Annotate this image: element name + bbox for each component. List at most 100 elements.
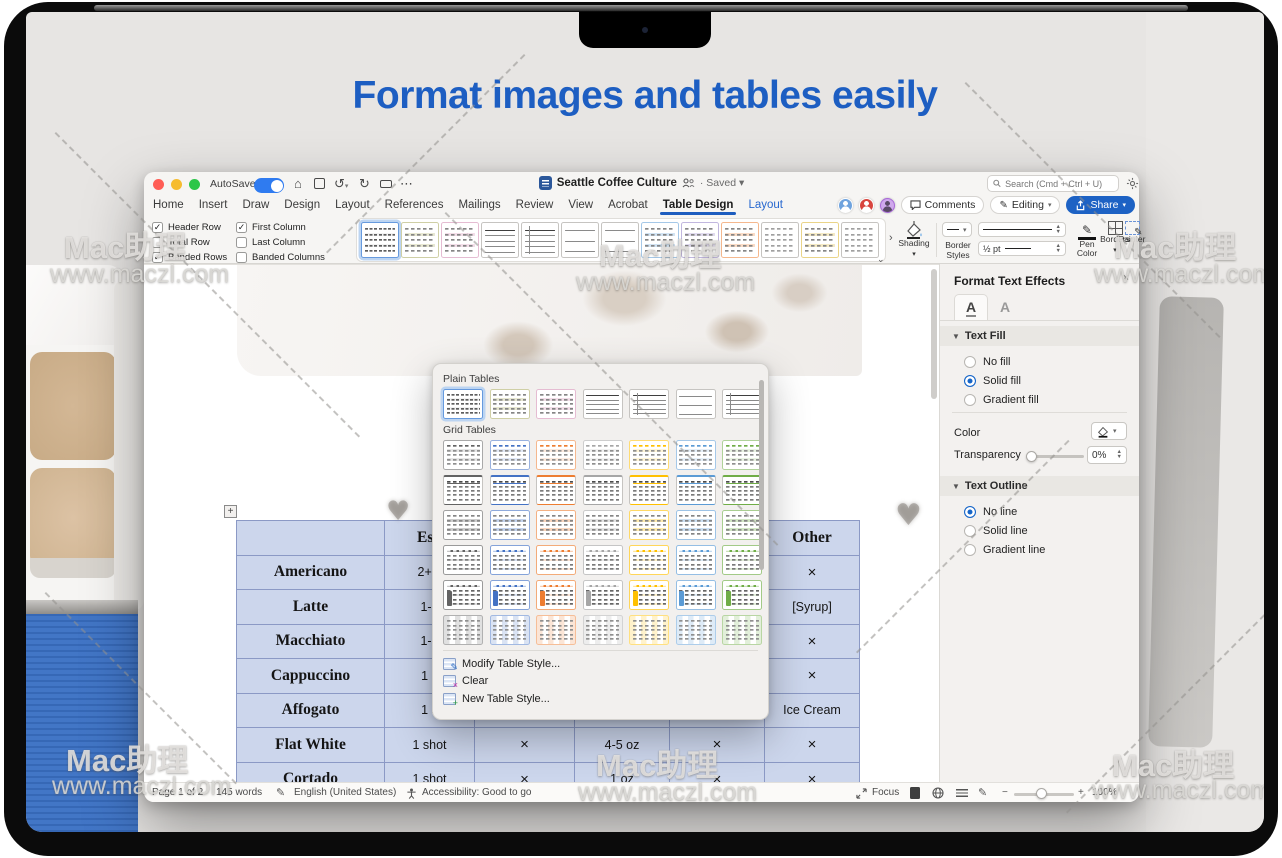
table-option-banded-columns[interactable]: Banded Columns [236,250,325,264]
table-style-thumbnail[interactable] [443,440,483,470]
language-indicator[interactable]: English (United States) [294,787,396,798]
table-style-thumbnail[interactable] [761,222,799,258]
table-style-thumbnail[interactable] [629,510,669,540]
table-style-thumbnail[interactable] [722,389,762,419]
text-effects-tab[interactable]: A [988,294,1022,320]
draft-view-icon[interactable]: ✎ [978,786,987,799]
table-style-thumbnail[interactable] [629,440,669,470]
table-style-thumbnail[interactable] [536,615,576,645]
tab-table-design[interactable]: Table Design [662,196,735,214]
accessibility-status[interactable]: Accessibility: Good to go [422,787,532,798]
border-style-picker[interactable]: ▾ [942,222,972,237]
table-style-thumbnail[interactable] [676,580,716,610]
comments-button[interactable]: Comments [901,196,985,214]
tab-layout[interactable]: Layout [747,196,784,214]
table-style-thumbnail[interactable] [629,475,669,505]
table-style-thumbnail[interactable] [490,580,530,610]
document-photo[interactable] [237,265,862,376]
text-fill-option-no-fill[interactable]: No fill [964,354,1039,369]
shading-button[interactable]: Shading ▾ [896,221,932,259]
table-cell[interactable]: Cortado [237,762,385,782]
table-style-thumbnail[interactable] [676,510,716,540]
radio-button[interactable] [964,394,976,406]
search-settings-icon[interactable] [1126,177,1139,190]
table-style-thumbnail[interactable] [361,222,399,258]
gallery-scrollbar[interactable] [759,380,764,570]
table-style-thumbnail[interactable] [536,580,576,610]
table-cell[interactable]: × [765,728,860,763]
table-style-thumbnail[interactable] [676,475,716,505]
table-cell[interactable]: × [765,555,860,590]
table-style-thumbnail[interactable] [676,440,716,470]
table-cell[interactable]: Flat White [237,728,385,763]
table-style-thumbnail[interactable] [722,440,762,470]
table-style-thumbnail[interactable] [722,475,762,505]
tab-draw[interactable]: Draw [241,196,270,214]
table-header-cell[interactable]: Other [765,521,860,556]
table-cell[interactable]: × [475,728,575,763]
table-style-thumbnail[interactable] [521,222,559,258]
table-option-first-column[interactable]: ✓First Column [236,220,325,234]
tab-view[interactable]: View [567,196,594,214]
print-layout-view-icon[interactable] [910,787,920,799]
avatar[interactable] [859,198,874,213]
table-cell[interactable]: Cappuccino [237,659,385,694]
table-cell[interactable]: [Syrup] [765,590,860,625]
table-style-thumbnail[interactable] [490,475,530,505]
table-style-thumbnail[interactable] [676,545,716,575]
text-outline-section-header[interactable]: ▼Text Outline [940,476,1139,496]
table-style-thumbnail[interactable] [583,580,623,610]
editing-button[interactable]: ✎ Editing▾ [990,196,1060,214]
table-style-thumbnail[interactable] [490,389,530,419]
gallery-menu-new-table-style[interactable]: +New Table Style... [443,690,758,708]
style-gallery-next-icon[interactable]: › [889,232,893,244]
table-style-thumbnail[interactable] [490,510,530,540]
table-cell[interactable]: × [765,624,860,659]
table-cell[interactable]: Ice Cream [765,693,860,728]
table-cell[interactable]: Affogato [237,693,385,728]
web-layout-view-icon[interactable] [932,787,944,799]
table-style-thumbnail[interactable] [722,580,762,610]
transparency-value[interactable]: 0% ▲▼ [1087,446,1127,464]
document-title[interactable]: Seattle Coffee Culture [557,177,677,189]
tab-insert[interactable]: Insert [198,196,229,214]
table-style-thumbnail[interactable] [490,545,530,575]
text-fill-option-gradient-fill[interactable]: Gradient fill [964,392,1039,407]
tab-home[interactable]: Home [152,196,185,214]
checkbox[interactable] [236,252,247,263]
table-style-thumbnail[interactable] [629,580,669,610]
table-style-thumbnail[interactable] [443,510,483,540]
checkbox[interactable] [236,237,247,248]
tab-acrobat[interactable]: Acrobat [607,196,649,214]
gallery-menu-modify-table-style[interactable]: ✎Modify Table Style... [443,655,758,673]
line-style-picker[interactable]: ▲▼ [978,222,1066,237]
text-fill-section-header[interactable]: ▼Text Fill [940,326,1139,346]
zoom-slider-knob[interactable] [1036,788,1047,799]
table-style-thumbnail[interactable] [536,545,576,575]
text-outline-option-no-line[interactable]: No line [964,504,1045,519]
tab-review[interactable]: Review [515,196,555,214]
tab-design[interactable]: Design [283,196,321,214]
table-style-thumbnail[interactable] [443,389,483,419]
table-style-thumbnail[interactable] [676,615,716,645]
table-style-thumbnail[interactable] [490,440,530,470]
avatar[interactable] [838,198,853,213]
table-style-thumbnail[interactable] [583,510,623,540]
table-style-thumbnail[interactable] [722,545,762,575]
search-box[interactable] [987,175,1119,192]
text-outline-option-gradient-line[interactable]: Gradient line [964,542,1045,557]
tab-references[interactable]: References [384,196,445,214]
table-cell[interactable]: Americano [237,555,385,590]
table-move-handle[interactable]: + [224,505,237,518]
radio-button[interactable] [964,356,976,368]
table-style-thumbnail[interactable] [676,389,716,419]
checkbox[interactable]: ✓ [236,222,247,233]
radio-button[interactable] [964,544,976,556]
table-style-thumbnail[interactable] [583,440,623,470]
table-cell[interactable]: 1 shot [385,762,475,782]
table-style-thumbnail[interactable] [536,440,576,470]
table-header-cell[interactable] [237,521,385,556]
zoom-out-icon[interactable]: − [1002,787,1008,798]
table-cell[interactable]: × [475,762,575,782]
tab-mailings[interactable]: Mailings [457,196,501,214]
